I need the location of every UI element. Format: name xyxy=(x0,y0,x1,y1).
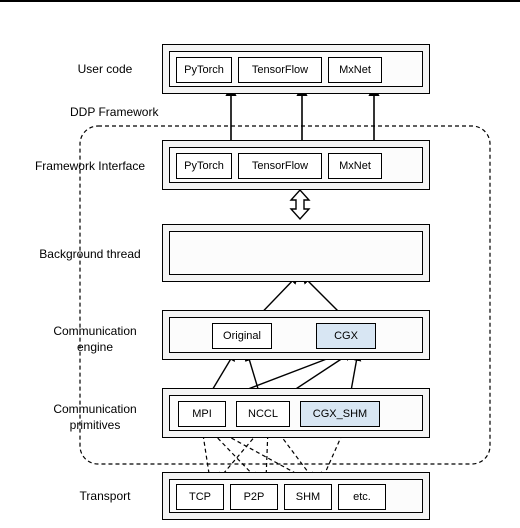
box-mxnet-user: MxNet xyxy=(328,57,382,83)
label-transport: Transport xyxy=(45,489,165,505)
box-tcp: TCP xyxy=(176,484,224,510)
label-ddp-framework: DDP Framework xyxy=(70,105,158,119)
group-framework-interface-inner: PyTorch TensorFlow MxNet xyxy=(169,147,423,183)
box-pytorch-fi: PyTorch xyxy=(176,153,232,179)
group-user-code: PyTorch TensorFlow MxNet xyxy=(162,44,430,94)
box-original: Original xyxy=(212,323,272,349)
architecture-diagram: User code DDP Framework Framework Interf… xyxy=(0,0,520,528)
label-background-thread: Background thread xyxy=(30,247,150,263)
box-mpi: MPI xyxy=(178,401,226,427)
group-user-code-inner: PyTorch TensorFlow MxNet xyxy=(169,51,423,87)
group-comm-primitives: MPI NCCL CGX_SHM xyxy=(162,388,430,438)
group-comm-engine-inner: Original CGX xyxy=(169,317,423,353)
group-background-thread-inner xyxy=(169,231,423,275)
label-communication-engine: Communication engine xyxy=(35,324,155,355)
box-tensorflow-fi: TensorFlow xyxy=(238,153,322,179)
label-communication-primitives: Communication primitives xyxy=(35,402,155,433)
box-p2p: P2P xyxy=(230,484,278,510)
group-comm-engine: Original CGX xyxy=(162,310,430,360)
box-mxnet-fi: MxNet xyxy=(328,153,382,179)
group-background-thread xyxy=(162,224,430,282)
group-comm-primitives-inner: MPI NCCL CGX_SHM xyxy=(169,395,423,431)
group-framework-interface: PyTorch TensorFlow MxNet xyxy=(162,140,430,190)
group-transport: TCP P2P SHM etc. xyxy=(162,472,430,520)
group-transport-inner: TCP P2P SHM etc. xyxy=(169,479,423,513)
box-shm: SHM xyxy=(284,484,332,510)
box-nccl: NCCL xyxy=(236,401,290,427)
box-etc: etc. xyxy=(338,484,386,510)
label-framework-interface: Framework Interface xyxy=(30,159,150,175)
label-user-code: User code xyxy=(45,62,165,78)
box-pytorch-user: PyTorch xyxy=(176,57,232,83)
box-cgx: CGX xyxy=(316,323,376,349)
box-tensorflow-user: TensorFlow xyxy=(238,57,322,83)
box-cgx-shm: CGX_SHM xyxy=(300,401,380,427)
